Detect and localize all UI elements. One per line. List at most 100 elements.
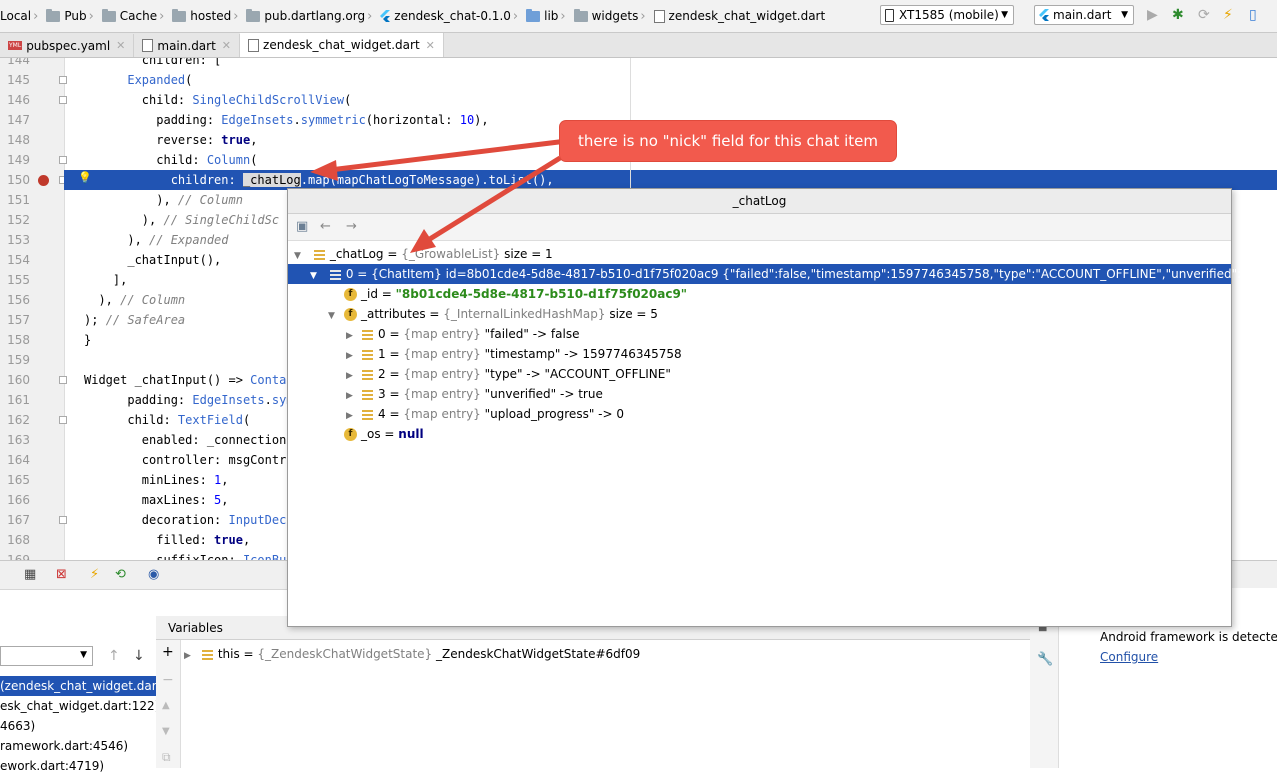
navigate-icon[interactable]: ▣ (296, 219, 308, 234)
hot-reload-icon[interactable]: ⚡ (90, 567, 99, 582)
code-line[interactable]: enabled: _connectionS (84, 430, 294, 450)
breadcrumb-item[interactable]: zendesk_chat_widget.dart (653, 0, 830, 32)
frame-row[interactable]: ework.dart:4719) (0, 756, 156, 776)
tree-var-name: _os = (361, 427, 399, 441)
tab-main[interactable]: main.dart ✕ (134, 34, 241, 57)
breadcrumb-item[interactable]: lib › (526, 0, 574, 32)
thread-selector[interactable]: ▼ (0, 646, 93, 666)
variables-panel[interactable]: ▶ this = {_ZendeskChatWidgetState} _Zend… (156, 640, 1030, 768)
code-line[interactable]: children: [ (84, 58, 221, 70)
breadcrumb-item[interactable]: widgets › (573, 0, 654, 32)
collapse-arrow-icon[interactable]: ▼ (310, 266, 320, 286)
variable-inspector-popup[interactable]: _chatLog ▣ ← → ▼ _chatLog = {_GrowableLi… (287, 188, 1277, 627)
close-icon[interactable]: ✕ (116, 39, 125, 52)
run-icon[interactable]: ▶ (1147, 7, 1158, 23)
code-line[interactable]: ), // Column (84, 190, 243, 210)
collapse-arrow-icon[interactable]: ▼ (328, 306, 338, 326)
code-line[interactable]: child: TextField( (84, 410, 250, 430)
collapse-arrow-icon[interactable]: ▼ (294, 246, 304, 266)
code-line[interactable]: ], (84, 270, 127, 290)
line-gutter[interactable]: 144 145 146 147 148 149 150 151 152 153 154 155 156 1… (0, 58, 67, 560)
mute-breakpoints-icon[interactable]: ⊠ (56, 567, 67, 582)
add-watch-icon[interactable]: + (162, 644, 174, 660)
back-arrow-icon[interactable]: ← (320, 219, 331, 234)
frame-row[interactable]: (zendesk_chat_widget.dart:150 (0, 676, 156, 696)
code-line[interactable]: ), // Expanded (84, 230, 228, 250)
hot-restart-icon[interactable]: ⟲ (115, 567, 126, 582)
expand-arrow-icon[interactable]: ▶ (346, 366, 356, 386)
tab-zendesk-chat-widget[interactable]: zendesk_chat_widget.dart ✕ (240, 33, 444, 57)
tab-pubspec[interactable]: YML pubspec.yaml ✕ (0, 34, 135, 57)
code-line[interactable]: suffixIcon: IconBut (84, 550, 293, 560)
frame-row[interactable]: ramework.dart:4546) (0, 736, 156, 756)
code-line[interactable]: decoration: InputDeco (84, 510, 294, 530)
tree-row-attributes[interactable]: ▼ f _attributes = {_InternalLinkedHashMap}… (288, 304, 1231, 324)
frame-row[interactable]: esk_chat_widget.dart:122) (0, 696, 156, 716)
code-line[interactable]: padding: EdgeInsets.sym (84, 390, 293, 410)
breadcrumb-item[interactable]: pub.dartlang.org › (246, 0, 380, 32)
configure-link[interactable]: Configure (1100, 650, 1158, 664)
debug-icon[interactable]: ✱ (1172, 7, 1184, 23)
breakpoint-icon[interactable] (38, 175, 49, 186)
arrow-down-icon[interactable]: ↓ (133, 648, 145, 664)
breadcrumb-item[interactable]: Local › (0, 0, 46, 32)
code-line[interactable]: ), // SingleChildSc (84, 210, 279, 230)
tree-row-os[interactable]: f _os = null (288, 424, 1231, 444)
hot-reload-icon[interactable]: ⚡ (1223, 7, 1233, 23)
tree-row-entry[interactable]: ▶ 4 = {map entry} "upload_progress" -> 0 (288, 404, 1231, 424)
tree-row-entry[interactable]: ▶ 3 = {map entry} "unverified" -> true (288, 384, 1231, 404)
tree-row-root[interactable]: ▼ _chatLog = {_GrowableList} size = 1 (288, 244, 1231, 264)
tree-row-entry[interactable]: ▶ 2 = {map entry} "type" -> "ACCOUNT_OFFL… (288, 364, 1231, 384)
tree-row-item0[interactable]: ▼ 0 = {ChatItem} id=8b01cde4-5d8e-4817-b… (288, 264, 1277, 286)
breadcrumb-item[interactable]: hosted › (172, 0, 246, 32)
remove-watch-icon[interactable]: − (162, 672, 174, 688)
expand-arrow-icon[interactable]: ▶ (346, 386, 356, 406)
code-line[interactable]: Expanded( (84, 70, 192, 90)
code-line[interactable]: reverse: true, (84, 130, 257, 150)
forward-arrow-icon[interactable]: → (346, 219, 357, 234)
code-line[interactable]: padding: EdgeInsets.symmetric(horizontal… (84, 110, 488, 130)
expand-arrow-icon[interactable]: ▶ (346, 346, 356, 366)
expand-arrow-icon[interactable]: ▶ (184, 646, 194, 666)
code-line[interactable]: maxLines: 5, (84, 490, 229, 510)
code-line[interactable]: _chatInput(), (84, 250, 221, 270)
code-line[interactable]: ), // Column (84, 290, 185, 310)
popup-title-text: _chatLog (732, 194, 787, 208)
code-line[interactable]: ); // SafeArea (84, 310, 185, 330)
breadcrumb-item[interactable]: Cache › (101, 0, 173, 32)
code-line[interactable]: children: _chatLog.map(mapChatLogToMessa… (84, 170, 554, 190)
frame-row[interactable]: 4663) (0, 716, 156, 736)
expand-arrow-icon[interactable]: ▶ (346, 326, 356, 346)
move-up-icon[interactable]: ▲ (162, 700, 170, 711)
tree-row-entry[interactable]: ▶ 1 = {map entry} "timestamp" -> 15977463… (288, 344, 1231, 364)
code-line[interactable]: child: Column( (84, 150, 257, 170)
wrench-icon[interactable]: 🔧 (1037, 652, 1053, 667)
run-config-label: main.dart (1053, 8, 1112, 22)
dart-file-icon (142, 39, 154, 52)
evaluate-icon[interactable]: ▦ (24, 567, 36, 582)
copy-icon[interactable]: ⧉ (162, 750, 171, 765)
device-selector[interactable]: XT1585 (mobile) ▼ (880, 5, 1014, 25)
devtools-icon[interactable]: ◉ (148, 567, 159, 582)
tab-label: pubspec.yaml (26, 38, 111, 53)
code-line[interactable]: child: SingleChildScrollView( (84, 90, 352, 110)
code-line[interactable]: controller: msgContro (84, 450, 294, 470)
code-line[interactable]: Widget _chatInput() => Contai (84, 370, 294, 390)
code-line[interactable]: minLines: 1, (84, 470, 229, 490)
variable-row[interactable]: ▶ this = {_ZendeskChatWidgetState} _Zend… (184, 644, 640, 664)
breadcrumb-item[interactable]: zendesk_chat-0.1.0 › (380, 0, 526, 32)
run-config-selector[interactable]: main.dart ▼ (1034, 5, 1134, 25)
close-icon[interactable]: ✕ (426, 39, 435, 52)
close-icon[interactable]: ✕ (222, 39, 231, 52)
arrow-up-icon[interactable]: ↑ (108, 648, 120, 664)
code-line[interactable]: filled: true, (84, 530, 250, 550)
breadcrumb-separator-icon: › (367, 8, 373, 24)
tree-row-id[interactable]: f _id = "8b01cde4-5d8e-4817-b510-d1f75f02… (288, 284, 1231, 304)
tree-row-entry[interactable]: ▶ 0 = {map entry} "failed" -> false (288, 324, 1231, 344)
attach-icon[interactable]: ⟳ (1198, 7, 1210, 23)
code-line[interactable]: } (84, 330, 91, 350)
breadcrumb-item[interactable]: Pub › (46, 0, 101, 32)
device-manager-icon[interactable]: ▯ (1249, 7, 1257, 23)
expand-arrow-icon[interactable]: ▶ (346, 406, 356, 426)
move-down-icon[interactable]: ▼ (162, 726, 170, 737)
